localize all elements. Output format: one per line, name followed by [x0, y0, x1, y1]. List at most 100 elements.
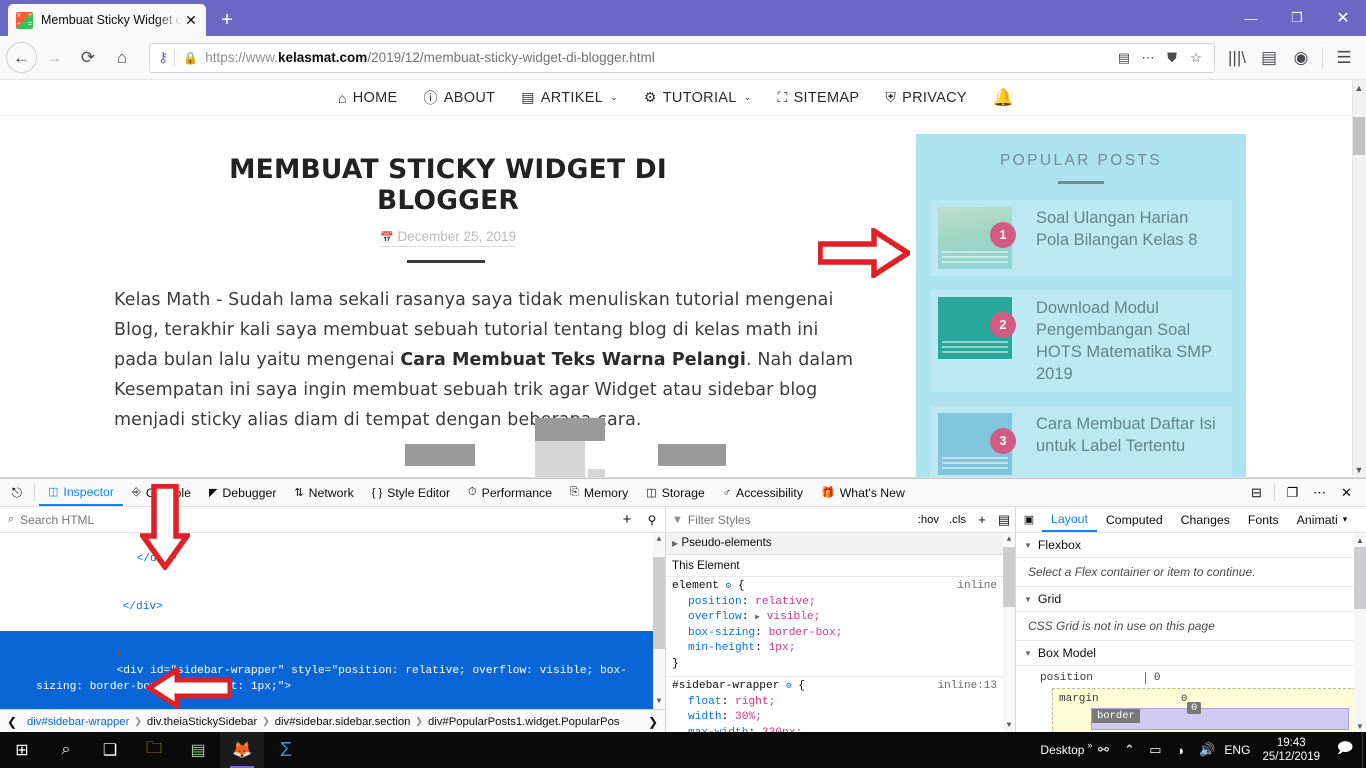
css-property[interactable]: overflow — [688, 611, 742, 623]
rules-scrollbar[interactable]: ▲ ▼ — [1003, 533, 1015, 733]
clock[interactable]: 19:43 25/12/2019 — [1254, 736, 1328, 764]
maximize-restore-button[interactable]: ❐ — [1274, 0, 1320, 36]
css-property[interactable]: float — [688, 696, 722, 708]
section-flexbox[interactable]: ▼ Flexbox — [1016, 533, 1366, 558]
scroll-up-icon[interactable]: ▲ — [1354, 533, 1366, 547]
scroll-down-icon[interactable]: ▼ — [653, 695, 665, 709]
scrollbar-thumb[interactable] — [1003, 547, 1015, 607]
account-icon[interactable]: ◉ — [1285, 42, 1317, 74]
chevron-down-icon[interactable]: ▼ — [1024, 541, 1032, 550]
battery-icon[interactable]: ▭ — [1142, 742, 1168, 758]
tab-style-editor[interactable]: { } Style Editor — [363, 479, 459, 506]
rule-source[interactable]: inline:13 — [938, 679, 997, 695]
scroll-down-icon[interactable]: ▼ — [1354, 719, 1366, 733]
scroll-up-icon[interactable]: ▲ — [1353, 80, 1365, 96]
print-styles-icon[interactable]: ▤ — [993, 512, 1015, 528]
minimize-button[interactable]: — — [1228, 0, 1274, 36]
tab-debugger[interactable]: ◤ Debugger — [200, 479, 285, 506]
reader-view-icon[interactable]: ▤ — [1112, 46, 1136, 70]
popular-post-item[interactable]: 3 Cara Membuat Daftar Isi untuk Label Te… — [930, 406, 1232, 477]
css-rule-block[interactable]: inline element ⚙ { position: relative; o… — [666, 577, 1015, 677]
nav-item-sitemap[interactable]: ⛶ SITEMAP — [777, 89, 859, 106]
css-property[interactable]: box-sizing — [688, 627, 755, 639]
css-declaration[interactable]: float: right; — [672, 695, 1009, 711]
search-icon[interactable]: ⌕ — [44, 732, 88, 768]
file-explorer-icon[interactable]: 🗀 — [132, 732, 176, 768]
overflow-chevrons-icon[interactable]: » — [1087, 740, 1092, 750]
box-model-border-value[interactable]: 0 — [1187, 702, 1202, 714]
pocket-icon[interactable]: ⛊ — [1160, 46, 1184, 70]
scroll-down-icon[interactable]: ▼ — [1353, 462, 1365, 477]
show-desktop-label[interactable]: Desktop » — [1034, 740, 1092, 757]
toggle-sidebar-icon[interactable]: ▣ — [1016, 513, 1042, 526]
popular-post-item[interactable]: 1 Soal Ulangan Harian Pola Bilangan Kela… — [930, 200, 1232, 276]
popular-post-title[interactable]: Download Modul Pengembangan Soal HOTS Ma… — [1022, 297, 1224, 385]
close-window-button[interactable]: ✕ — [1320, 0, 1366, 36]
rule-selector[interactable]: #sidebar-wrapper — [672, 680, 779, 692]
scrollbar-thumb[interactable] — [1353, 117, 1365, 155]
close-tab-icon[interactable]: ✕ — [182, 11, 200, 29]
css-declaration[interactable]: position: relative; — [672, 595, 1009, 611]
notepad-icon[interactable]: ▤ — [176, 732, 220, 768]
rules-list[interactable]: ▶ Pseudo-elements This Element inline el… — [666, 533, 1015, 733]
rule-source[interactable]: inline — [957, 579, 997, 595]
tab-changes[interactable]: Changes — [1172, 507, 1239, 532]
scrollbar-thumb[interactable] — [1354, 547, 1366, 609]
breadcrumb-item-popular-posts[interactable]: div#PopularPosts1.widget.PopularPos — [423, 716, 625, 728]
lock-icon[interactable]: 🔒 — [183, 51, 198, 65]
tab-animations[interactable]: Animati — [1288, 507, 1347, 532]
breadcrumb-next-button[interactable]: ❯ — [643, 715, 663, 729]
chevron-down-icon[interactable]: ▼ — [1024, 649, 1032, 658]
css-value[interactable]: relative; — [755, 596, 815, 608]
sigma-app-icon[interactable]: Σ — [264, 732, 308, 768]
hover-states-button[interactable]: :hov — [913, 514, 944, 526]
new-tab-button[interactable]: + — [212, 5, 242, 35]
css-declaration[interactable]: min-height: 1px; — [672, 641, 1009, 657]
address-bar[interactable]: ⚷ 🔒 https://www.kelasmat.com/2019/12/mem… — [149, 42, 1215, 73]
box-model-position-value[interactable]: 0 — [1154, 672, 1161, 684]
post-inline-link[interactable]: Cara Membuat Teks Warna Pelangi — [400, 350, 746, 370]
section-grid[interactable]: ▼ Grid — [1016, 587, 1366, 612]
tab-layout[interactable]: Layout — [1042, 507, 1097, 532]
split-console-icon[interactable]: ⊟ — [1243, 481, 1270, 505]
tab-inspector[interactable]: ◫ Inspector — [39, 479, 123, 506]
tab-accessibility[interactable]: ♂ Accessibility — [714, 479, 812, 506]
css-rule-block[interactable]: inline:13 #sidebar-wrapper ⚙ { float: ri… — [666, 677, 1015, 733]
tracking-protection-shield-icon[interactable]: ⚷ — [158, 49, 168, 66]
breadcrumb-prev-button[interactable]: ❮ — [2, 715, 22, 729]
volume-icon[interactable]: 🔊 — [1194, 742, 1220, 758]
wifi-icon[interactable]: ◗ — [1168, 743, 1194, 758]
css-declaration[interactable]: overflow: ▶ visible; — [672, 610, 1009, 626]
css-declaration[interactable]: width: 30%; — [672, 710, 1009, 726]
css-value[interactable]: right; — [735, 696, 775, 708]
css-value[interactable]: 30%; — [735, 711, 762, 723]
gear-icon[interactable]: ⚙ — [726, 579, 731, 595]
add-new-rule-button[interactable]: + — [971, 512, 993, 527]
chevron-down-icon[interactable]: ▼ — [1024, 595, 1032, 604]
sidebar-toggle-icon[interactable]: ▤ — [1253, 42, 1285, 74]
popular-post-item[interactable]: 2 Download Modul Pengembangan Soal HOTS … — [930, 290, 1232, 392]
browser-tab[interactable]: x+÷= Membuat Sticky Widget di Blog ✕ — [8, 4, 206, 36]
scroll-up-icon[interactable]: ▲ — [1003, 533, 1015, 547]
action-center-icon[interactable]: 🗩 — [1328, 738, 1362, 763]
notification-bell-icon[interactable]: 🔔 — [993, 88, 1014, 108]
nav-item-artikel[interactable]: ▤ ARTIKEL ⌄ — [521, 89, 618, 106]
nav-item-home[interactable]: ⌂ HOME — [338, 90, 397, 106]
markup-row[interactable]: </div> — [0, 583, 665, 631]
markup-row[interactable]: </div> — [0, 535, 665, 583]
devtools-menu-icon[interactable]: ⋯ — [1306, 481, 1333, 505]
app-menu-icon[interactable]: ☰ — [1328, 42, 1360, 74]
section-box-model[interactable]: ▼ Box Model — [1016, 641, 1366, 666]
markup-tree[interactable]: </div> </div> ▼ <div id="sidebar-wrapper… — [0, 533, 665, 709]
css-property[interactable]: position — [688, 596, 742, 608]
tab-storage[interactable]: ◫ Storage — [637, 479, 713, 506]
layout-scrollbar[interactable]: ▲ ▼ — [1354, 533, 1366, 733]
start-button[interactable]: ⊞ — [0, 732, 44, 768]
firefox-icon[interactable]: 🦊 — [220, 732, 264, 768]
add-node-icon[interactable]: + — [615, 511, 639, 528]
rule-selector[interactable]: element — [672, 580, 719, 592]
nav-item-about[interactable]: ⓘ ABOUT — [423, 88, 495, 108]
show-desktop-strip[interactable] — [1362, 732, 1366, 768]
scroll-up-icon[interactable]: ▲ — [653, 533, 665, 547]
markup-row-selected[interactable]: ▼ <div id="sidebar-wrapper" style="posit… — [0, 631, 665, 709]
